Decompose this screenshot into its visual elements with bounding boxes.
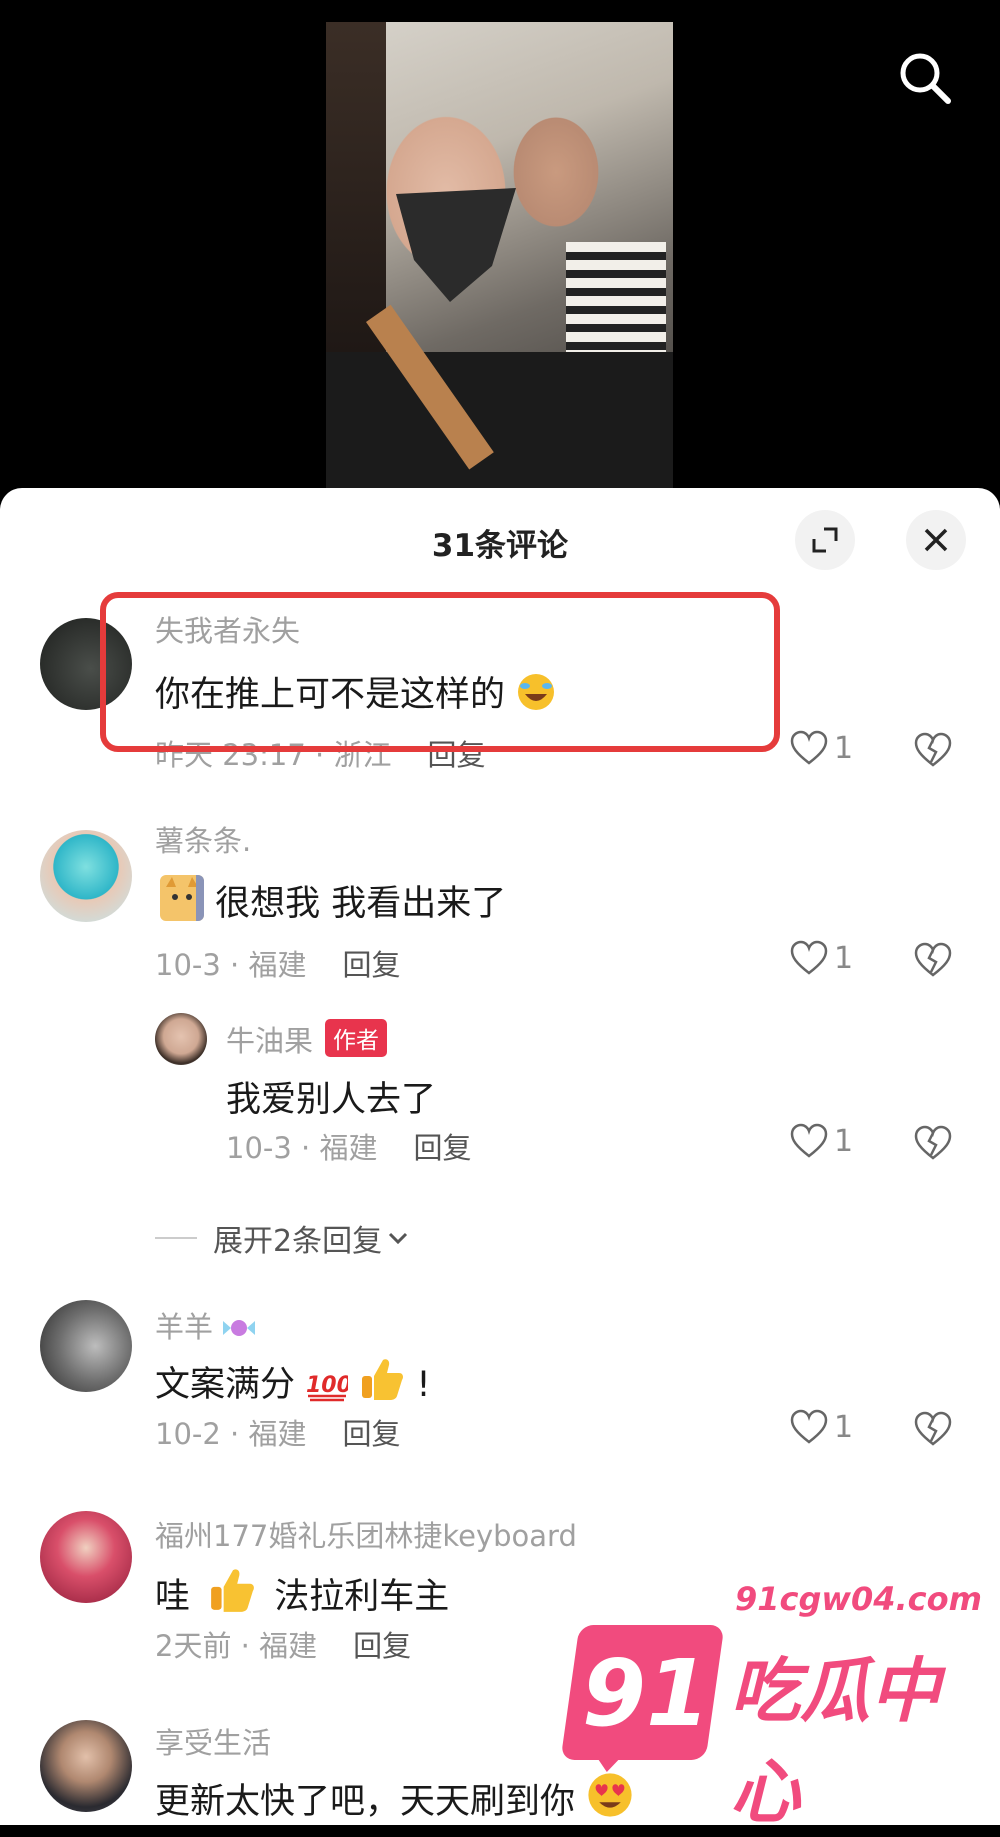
comment-text: 哇 法拉利车主 bbox=[155, 1566, 449, 1619]
close-icon bbox=[924, 528, 948, 552]
watermark-url: 91cgw04.com bbox=[735, 1580, 982, 1618]
heart-outline-icon bbox=[790, 1123, 828, 1158]
like-count: 1 bbox=[834, 1409, 854, 1445]
laughing-emoji-icon bbox=[518, 674, 555, 710]
comment-text: 更新太快了吧，天天刷到你 bbox=[155, 1771, 634, 1824]
search-icon[interactable] bbox=[895, 48, 955, 108]
heart-outline-icon bbox=[790, 1409, 828, 1444]
video-area bbox=[0, 0, 1000, 500]
comment-username[interactable]: 羊羊 bbox=[155, 1304, 256, 1346]
broken-heart-icon bbox=[914, 732, 952, 767]
reply-username-text: 牛油果 bbox=[226, 1024, 314, 1058]
author-badge: 作者 bbox=[325, 1019, 388, 1057]
heart-outline-icon bbox=[790, 940, 828, 975]
like-count: 1 bbox=[834, 940, 854, 976]
comment-username[interactable]: 失我者永失 bbox=[155, 608, 300, 650]
like-count: 1 bbox=[834, 1123, 854, 1159]
dislike-button[interactable] bbox=[913, 942, 953, 982]
avatar[interactable] bbox=[40, 830, 132, 922]
expand-button[interactable] bbox=[795, 510, 855, 570]
reply-username[interactable]: 牛油果 作者 bbox=[226, 1018, 388, 1060]
avatar[interactable] bbox=[40, 618, 132, 710]
svg-text:100: 100 bbox=[306, 1373, 348, 1398]
video-hair-shape bbox=[326, 22, 386, 352]
thumbs-up-icon bbox=[362, 1359, 404, 1400]
like-count: 1 bbox=[834, 730, 854, 766]
comment-username[interactable]: 享受生活 bbox=[155, 1720, 271, 1762]
watermark-number: 91 bbox=[582, 1640, 711, 1747]
reply-button[interactable]: 回复 bbox=[342, 1417, 400, 1451]
comment-text: 文案满分 100 ! bbox=[155, 1356, 430, 1407]
comment-text-body: 文案满分 bbox=[155, 1365, 296, 1405]
comment-text-body: 更新太快了吧，天天刷到你 bbox=[155, 1782, 576, 1822]
like-button[interactable]: 1 bbox=[790, 940, 853, 976]
expand-replies-button[interactable]: 展开2条回复 bbox=[155, 1216, 410, 1260]
candy-icon bbox=[223, 1320, 256, 1336]
comment-text-body: 你在推上可不是这样的 bbox=[155, 675, 506, 715]
reply-meta: 10-3 · 福建 回复 bbox=[226, 1125, 472, 1167]
reply-button[interactable]: 回复 bbox=[353, 1629, 411, 1663]
comment-text: 很想我 我看出来了 bbox=[160, 875, 506, 926]
comment-time-location: 昨天 23:17 · 浙江 bbox=[155, 738, 392, 772]
comment-time-location: 2天前 · 福建 bbox=[155, 1629, 318, 1663]
cat-sticker-icon bbox=[160, 875, 204, 921]
reply-button[interactable]: 回复 bbox=[413, 1131, 471, 1165]
comment-username-text: 羊羊 bbox=[155, 1310, 214, 1344]
reply-text: 我爱别人去了 bbox=[226, 1080, 437, 1120]
reply-button[interactable]: 回复 bbox=[427, 738, 485, 772]
like-button[interactable]: 1 bbox=[790, 1409, 853, 1445]
comment-meta: 昨天 23:17 · 浙江 回复 bbox=[155, 732, 485, 774]
comment-text-suffix: ! bbox=[416, 1365, 431, 1405]
comment-text-start: 哇 bbox=[155, 1577, 191, 1617]
heart-outline-icon bbox=[790, 730, 828, 765]
like-button[interactable]: 1 bbox=[790, 730, 853, 766]
avatar[interactable] bbox=[40, 1511, 132, 1603]
comment-text-body: 很想我 我看出来了 bbox=[215, 884, 507, 924]
comment-username[interactable]: 薯条条. bbox=[155, 818, 251, 860]
comment-username[interactable]: 福州177婚礼乐团林捷keyboard bbox=[155, 1513, 577, 1555]
reply-button[interactable]: 回复 bbox=[342, 948, 400, 982]
avatar[interactable] bbox=[40, 1720, 132, 1812]
avatar[interactable] bbox=[40, 1300, 132, 1392]
broken-heart-icon bbox=[914, 1411, 952, 1446]
broken-heart-icon bbox=[914, 1125, 952, 1160]
reply-time-location: 10-3 · 福建 bbox=[226, 1131, 378, 1165]
video-dress bbox=[326, 352, 673, 500]
chevron-down-icon bbox=[389, 1232, 408, 1245]
expand-replies-label: 展开2条回复 bbox=[213, 1224, 383, 1259]
video-thumbnail[interactable] bbox=[326, 22, 673, 500]
divider-line bbox=[155, 1237, 197, 1239]
thumbs-up-icon bbox=[211, 1569, 255, 1612]
watermark-name: 吃瓜中心 bbox=[730, 1650, 940, 1833]
dislike-button[interactable] bbox=[913, 1411, 953, 1451]
dislike-button[interactable] bbox=[913, 1125, 953, 1165]
hundred-points-icon: 100 bbox=[306, 1373, 348, 1402]
dislike-button[interactable] bbox=[913, 732, 953, 772]
like-button[interactable]: 1 bbox=[790, 1123, 853, 1159]
comment-time-location: 10-3 · 福建 bbox=[155, 948, 307, 982]
comment-meta: 2天前 · 福建 回复 bbox=[155, 1623, 411, 1665]
comment-meta: 10-3 · 福建 回复 bbox=[155, 942, 401, 984]
reply-avatar[interactable] bbox=[155, 1013, 207, 1065]
watermark-logo: 91 91cgw04.com 吃瓜中心 bbox=[560, 1580, 990, 1833]
comment-text: 你在推上可不是这样的 bbox=[155, 666, 556, 717]
comment-meta: 10-2 · 福建 回复 bbox=[155, 1411, 401, 1453]
comment-text-end: 法拉利车主 bbox=[274, 1577, 450, 1617]
comment-time-location: 10-2 · 福建 bbox=[155, 1417, 307, 1451]
broken-heart-icon bbox=[914, 942, 952, 977]
close-button[interactable] bbox=[906, 510, 966, 570]
video-face-mask bbox=[396, 188, 516, 302]
expand-icon bbox=[812, 527, 838, 553]
